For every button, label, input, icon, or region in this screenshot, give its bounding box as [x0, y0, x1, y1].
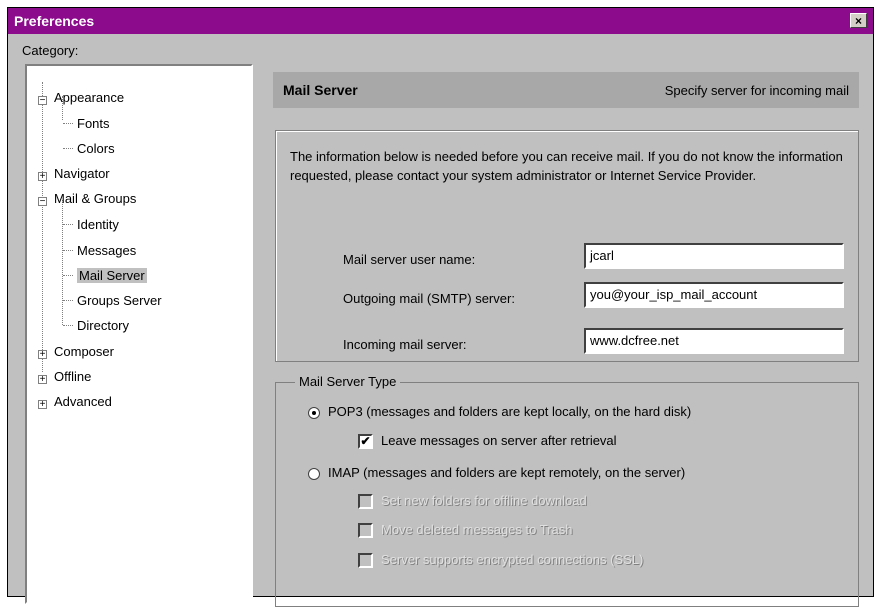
panel-header: Mail Server Specify server for incoming … — [273, 72, 859, 108]
tree-connector-line — [42, 82, 43, 372]
tree-item-composer[interactable]: Composer — [54, 344, 114, 359]
imap-offline-checkbox[interactable] — [358, 494, 373, 509]
tree-connector-line — [63, 250, 73, 251]
close-button[interactable]: × — [850, 13, 867, 28]
collapse-icon[interactable]: − — [38, 96, 47, 106]
pop3-label[interactable]: POP3 (messages and folders are kept loca… — [328, 404, 691, 419]
smtp-server-label: Outgoing mail (SMTP) server: — [343, 291, 515, 306]
info-text: The information below is needed before y… — [290, 149, 843, 183]
preferences-dialog: Preferences × Category: − Appearance Fon… — [7, 7, 874, 607]
tree-item-navigator[interactable]: Navigator — [54, 166, 110, 181]
user-name-label: Mail server user name: — [343, 252, 476, 267]
tree-connector-line — [63, 300, 73, 301]
expand-icon[interactable]: + — [38, 172, 47, 182]
tree-connector-line — [63, 224, 73, 225]
imap-offline-label: Set new folders for offline download — [381, 493, 587, 508]
tree-item-groups-server[interactable]: Groups Server — [77, 293, 162, 308]
tree-item-identity[interactable]: Identity — [77, 217, 119, 232]
tree-connector-line — [63, 275, 73, 276]
category-label: Category: — [22, 43, 79, 58]
tree-item-directory[interactable]: Directory — [77, 318, 129, 333]
expand-icon[interactable]: + — [38, 375, 47, 385]
imap-radio[interactable] — [308, 468, 320, 480]
imap-label[interactable]: IMAP (messages and folders are kept remo… — [328, 465, 685, 480]
tree-connector-line — [63, 148, 73, 149]
title-bar: Preferences × — [8, 8, 873, 34]
imap-ssl-label: Server supports encrypted connections (S… — [381, 552, 644, 567]
tree-item-messages[interactable]: Messages — [77, 243, 136, 258]
imap-trash-label: Move deleted messages to Trash — [381, 522, 573, 537]
mail-server-panel: Mail Server Specify server for incoming … — [273, 72, 859, 607]
user-name-input[interactable]: jcarl — [584, 243, 844, 269]
smtp-server-input[interactable]: you@your_isp_mail_account — [584, 282, 844, 308]
tree-item-colors[interactable]: Colors — [77, 141, 115, 156]
panel-description: Specify server for incoming mail — [664, 82, 849, 98]
tree-connector-line — [63, 123, 73, 124]
tree-item-advanced[interactable]: Advanced — [54, 394, 112, 409]
close-icon: × — [854, 14, 862, 28]
collapse-icon[interactable]: − — [38, 197, 47, 207]
tree-connector-line — [63, 325, 73, 326]
incoming-server-label: Incoming mail server: — [343, 337, 467, 352]
panel-title: Mail Server — [283, 82, 358, 98]
leave-on-server-checkbox[interactable]: ✔ — [358, 434, 373, 449]
incoming-server-input[interactable]: www.dcfree.net — [584, 328, 844, 354]
check-icon: ✔ — [360, 434, 371, 448]
expand-icon[interactable]: + — [38, 350, 47, 360]
imap-trash-checkbox[interactable] — [358, 523, 373, 538]
tree-item-mail-groups[interactable]: Mail & Groups — [54, 191, 136, 206]
tree-item-mail-server[interactable]: Mail Server — [77, 268, 147, 283]
server-type-legend: Mail Server Type — [295, 374, 401, 389]
tree-item-appearance[interactable]: Appearance — [54, 90, 124, 105]
expand-icon[interactable]: + — [38, 400, 47, 410]
window-title: Preferences — [14, 13, 95, 29]
pop3-radio[interactable] — [308, 407, 320, 419]
tree-item-fonts[interactable]: Fonts — [77, 116, 110, 131]
imap-ssl-checkbox[interactable] — [358, 553, 373, 568]
category-tree[interactable]: − Appearance Fonts Colors + Navigator − … — [25, 64, 253, 604]
leave-on-server-label[interactable]: Leave messages on server after retrieval — [381, 433, 617, 448]
tree-item-offline[interactable]: Offline — [54, 369, 91, 384]
tree-connector-line — [62, 200, 63, 325]
